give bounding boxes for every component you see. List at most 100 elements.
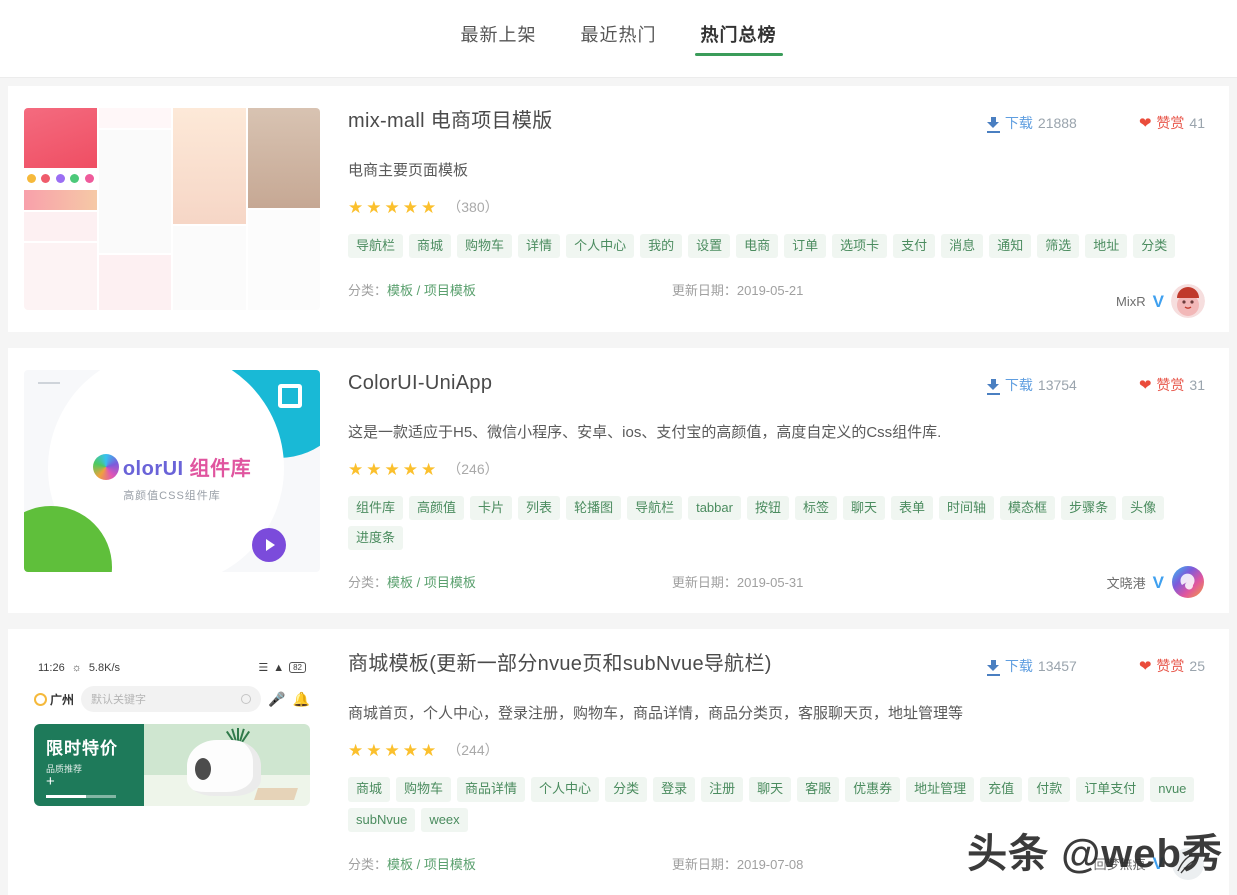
list-item[interactable]: 11:26 ☼ 5.8K/s ☰ ▲ 82 广州 默认关键字 <box>8 629 1229 894</box>
tag-chip[interactable]: 头像 <box>1122 496 1164 520</box>
tag-chip[interactable]: 高颜值 <box>409 496 464 520</box>
heart-icon: ❤ <box>1139 378 1152 393</box>
city-selector[interactable]: 广州 <box>34 691 74 708</box>
bell-icon[interactable]: 🔔 <box>293 691 310 708</box>
item-header: ColorUI-UniApp 下载 13754 ❤ 赞赏 31 <box>348 370 1205 396</box>
tag-chip[interactable]: 步骤条 <box>1061 496 1116 520</box>
microphone-icon[interactable]: 🎤 <box>268 691 285 708</box>
tag-chip[interactable]: 通知 <box>989 234 1031 258</box>
item-rating: ★ ★ ★ ★ ★ （244） <box>348 740 1205 760</box>
tag-chip[interactable]: 按钮 <box>747 496 789 520</box>
tag-chip[interactable]: 充值 <box>980 777 1022 801</box>
star-icon: ★ <box>348 461 364 478</box>
tag-chip[interactable]: 组件库 <box>348 496 403 520</box>
star-icon: ★ <box>366 461 382 478</box>
tag-chip[interactable]: nvue <box>1150 777 1194 801</box>
tag-chip[interactable]: 地址管理 <box>906 777 974 801</box>
tag-chip[interactable]: 导航栏 <box>348 234 403 258</box>
tag-chip[interactable]: 导航栏 <box>627 496 682 520</box>
promo-banner[interactable]: 限时特价 品质推荐 + <box>34 724 310 806</box>
item-meta: 分类： 模板 / 项目模板 更新日期：2019-05-31 文晓港 V <box>348 572 1205 591</box>
tag-chip[interactable]: 客服 <box>797 777 839 801</box>
verified-badge-icon: V <box>1153 293 1164 310</box>
tag-chip[interactable]: 地址 <box>1085 234 1127 258</box>
plus-icon: + <box>46 773 55 790</box>
download-label: 下载 <box>1005 113 1033 133</box>
item-title[interactable]: ColorUI-UniApp <box>348 370 987 396</box>
tag-chip[interactable]: 卡片 <box>470 496 512 520</box>
tag-chip[interactable]: 聊天 <box>749 777 791 801</box>
reward-stat[interactable]: ❤ 赞赏 25 <box>1139 656 1205 676</box>
tag-chip[interactable]: weex <box>421 808 467 832</box>
tab-recent-hot[interactable]: 最近热门 <box>559 0 679 60</box>
list-item[interactable]: mix-mall 电商项目模版 下载 21888 ❤ 赞赏 41 电商主要页面模… <box>8 86 1229 332</box>
tag-chip[interactable]: 付款 <box>1028 777 1070 801</box>
wifi-icon: ▲ <box>273 662 284 674</box>
tag-chip[interactable]: 进度条 <box>348 526 403 550</box>
decor-dash <box>38 382 60 384</box>
download-stat[interactable]: 下载 13754 <box>987 375 1077 395</box>
tag-chip[interactable]: 选项卡 <box>832 234 887 258</box>
app-search-input[interactable]: 默认关键字 <box>81 686 261 712</box>
download-label: 下载 <box>1005 656 1033 676</box>
tag-chip[interactable]: 优惠券 <box>845 777 900 801</box>
tag-chip[interactable]: 商品详情 <box>457 777 525 801</box>
tag-chip[interactable]: 登录 <box>653 777 695 801</box>
update-date: 更新日期：2019-07-08 <box>672 854 804 873</box>
download-count: 13754 <box>1038 377 1077 393</box>
location-pin-icon <box>34 693 47 706</box>
colorui-wordmark: olorUI 组件库 <box>123 452 251 481</box>
tag-chip[interactable]: 详情 <box>518 234 560 258</box>
tag-chip[interactable]: subNvue <box>348 808 415 832</box>
tag-chip[interactable]: tabbar <box>688 496 741 520</box>
status-time: 11:26 <box>38 662 65 674</box>
tag-chip[interactable]: 我的 <box>640 234 682 258</box>
tag-chip[interactable]: 筛选 <box>1037 234 1079 258</box>
download-stat[interactable]: 下载 21888 <box>987 113 1077 133</box>
play-button-icon[interactable] <box>252 528 286 562</box>
tag-chip[interactable]: 订单 <box>784 234 826 258</box>
item-thumbnail[interactable]: 11:26 ☼ 5.8K/s ☰ ▲ 82 广州 默认关键字 <box>24 651 320 853</box>
tag-chip[interactable]: 购物车 <box>396 777 451 801</box>
tag-chip[interactable]: 商城 <box>348 777 390 801</box>
category-link[interactable]: 模板 / 项目模板 <box>387 280 476 299</box>
item-description: 这是一款适应于H5、微信小程序、安卓、ios、支付宝的高颜值，高度自定义的Css… <box>348 422 1205 443</box>
author-block[interactable]: 回梦無痕 V <box>1094 847 1205 881</box>
category-link[interactable]: 模板 / 项目模板 <box>387 854 476 873</box>
item-thumbnail[interactable] <box>24 108 320 310</box>
tag-chip[interactable]: 时间轴 <box>939 496 994 520</box>
category-link[interactable]: 模板 / 项目模板 <box>387 572 476 591</box>
item-description: 商城首页，个人中心，登录注册，购物车，商品详情，商品分类页，客服聊天页，地址管理… <box>348 703 1205 724</box>
tab-newest[interactable]: 最新上架 <box>439 0 559 60</box>
tag-chip[interactable]: 模态框 <box>1000 496 1055 520</box>
download-icon <box>987 660 1000 673</box>
tag-chip[interactable]: 个人中心 <box>531 777 599 801</box>
tag-chip[interactable]: 分类 <box>1133 234 1175 258</box>
reward-stat[interactable]: ❤ 赞赏 41 <box>1139 113 1205 133</box>
tag-chip[interactable]: 设置 <box>688 234 730 258</box>
item-title[interactable]: mix-mall 电商项目模版 <box>348 108 987 134</box>
reward-stat[interactable]: ❤ 赞赏 31 <box>1139 375 1205 395</box>
tag-chip[interactable]: 订单支付 <box>1076 777 1144 801</box>
tag-chip[interactable]: 列表 <box>518 496 560 520</box>
tag-chip[interactable]: 轮播图 <box>566 496 621 520</box>
tag-chip[interactable]: 表单 <box>891 496 933 520</box>
author-block[interactable]: 文晓港 V <box>1107 565 1205 599</box>
item-thumbnail[interactable]: olorUI 组件库 高颜值CSS组件库 <box>24 370 320 572</box>
tab-all-time-hot[interactable]: 热门总榜 <box>679 0 799 60</box>
tag-chip[interactable]: 聊天 <box>843 496 885 520</box>
tag-chip[interactable]: 商城 <box>409 234 451 258</box>
download-stat[interactable]: 下载 13457 <box>987 656 1077 676</box>
author-block[interactable]: MixR V <box>1116 284 1205 318</box>
tag-chip[interactable]: 个人中心 <box>566 234 634 258</box>
tag-chip[interactable]: 电商 <box>736 234 778 258</box>
tag-chip[interactable]: 支付 <box>893 234 935 258</box>
item-title[interactable]: 商城模板(更新一部分nvue页和subNvue导航栏) <box>348 651 987 677</box>
list-item[interactable]: olorUI 组件库 高颜值CSS组件库 ColorUI-UniApp 下载 1… <box>8 348 1229 613</box>
tag-chip[interactable]: 购物车 <box>457 234 512 258</box>
tag-chip[interactable]: 注册 <box>701 777 743 801</box>
tag-chip[interactable]: 标签 <box>795 496 837 520</box>
tag-chip[interactable]: 消息 <box>941 234 983 258</box>
tag-chip[interactable]: 分类 <box>605 777 647 801</box>
update-date: 更新日期：2019-05-31 <box>672 572 804 591</box>
